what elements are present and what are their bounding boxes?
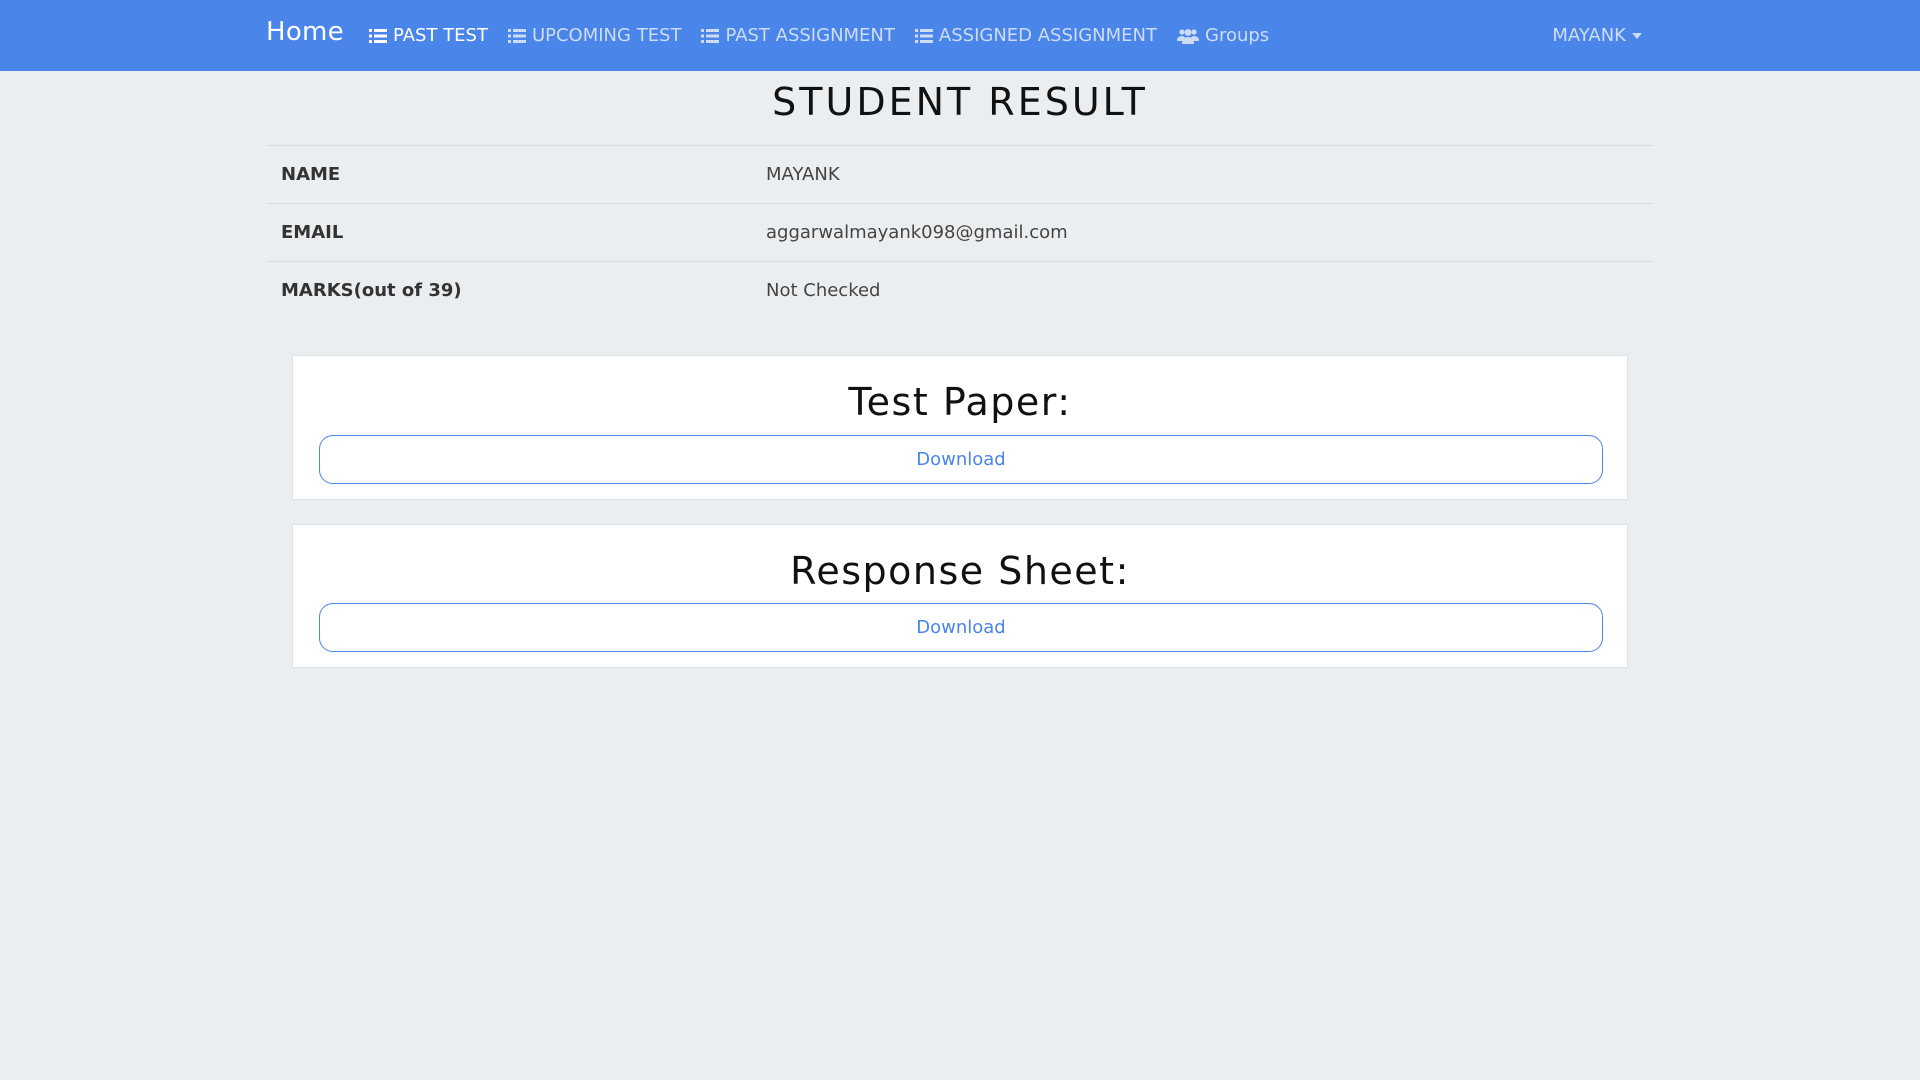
name-label: NAME [267, 145, 766, 204]
result-table: NAME MAYANK EMAIL aggarwalmayank098@gmai… [267, 145, 1653, 320]
home-brand-link[interactable]: Home [266, 17, 344, 47]
table-row: NAME MAYANK [267, 145, 1653, 204]
table-row: MARKS(out of 39) Not Checked [267, 261, 1653, 320]
test-paper-card: Test Paper: Download [292, 355, 1628, 500]
nav-assigned-assignment[interactable]: ASSIGNED ASSIGNMENT [914, 25, 1157, 46]
list-icon [507, 28, 526, 43]
list-icon [914, 28, 933, 43]
response-sheet-download-button[interactable]: Download [319, 603, 1603, 652]
user-dropdown[interactable]: MAYANK [1552, 0, 1642, 71]
nav-past-assignment-label: PAST ASSIGNMENT [725, 25, 895, 46]
nav-upcoming-test[interactable]: UPCOMING TEST [507, 25, 682, 46]
top-navbar: Home PAST TEST UPCOMING TEST PAST ASSIGN… [0, 0, 1920, 71]
list-icon [701, 28, 720, 43]
nav-groups[interactable]: Groups [1177, 25, 1269, 46]
users-icon [1177, 28, 1199, 44]
caret-down-icon [1632, 32, 1642, 39]
nav-past-test[interactable]: PAST TEST [369, 25, 488, 46]
nav-past-test-label: PAST TEST [393, 25, 488, 46]
table-row: EMAIL aggarwalmayank098@gmail.com [267, 203, 1653, 262]
list-icon [369, 28, 387, 43]
nav-links: PAST TEST UPCOMING TEST PAST ASSIGNMENT [369, 0, 1289, 71]
nav-groups-label: Groups [1205, 25, 1270, 46]
nav-past-assignment[interactable]: PAST ASSIGNMENT [701, 25, 895, 46]
test-paper-download-button[interactable]: Download [319, 435, 1603, 484]
email-value: aggarwalmayank098@gmail.com [766, 203, 1653, 262]
marks-label: MARKS(out of 39) [267, 261, 766, 320]
user-name: MAYANK [1552, 25, 1626, 46]
test-paper-title: Test Paper: [848, 380, 1072, 424]
response-sheet-title: Response Sheet: [790, 549, 1130, 593]
email-label: EMAIL [267, 203, 766, 262]
marks-value: Not Checked [766, 261, 1653, 320]
nav-upcoming-test-label: UPCOMING TEST [531, 25, 682, 46]
page-title: STUDENT RESULT [772, 80, 1148, 124]
name-value: MAYANK [766, 145, 1653, 204]
nav-assigned-assignment-label: ASSIGNED ASSIGNMENT [938, 25, 1157, 46]
response-sheet-card: Response Sheet: Download [292, 524, 1628, 668]
